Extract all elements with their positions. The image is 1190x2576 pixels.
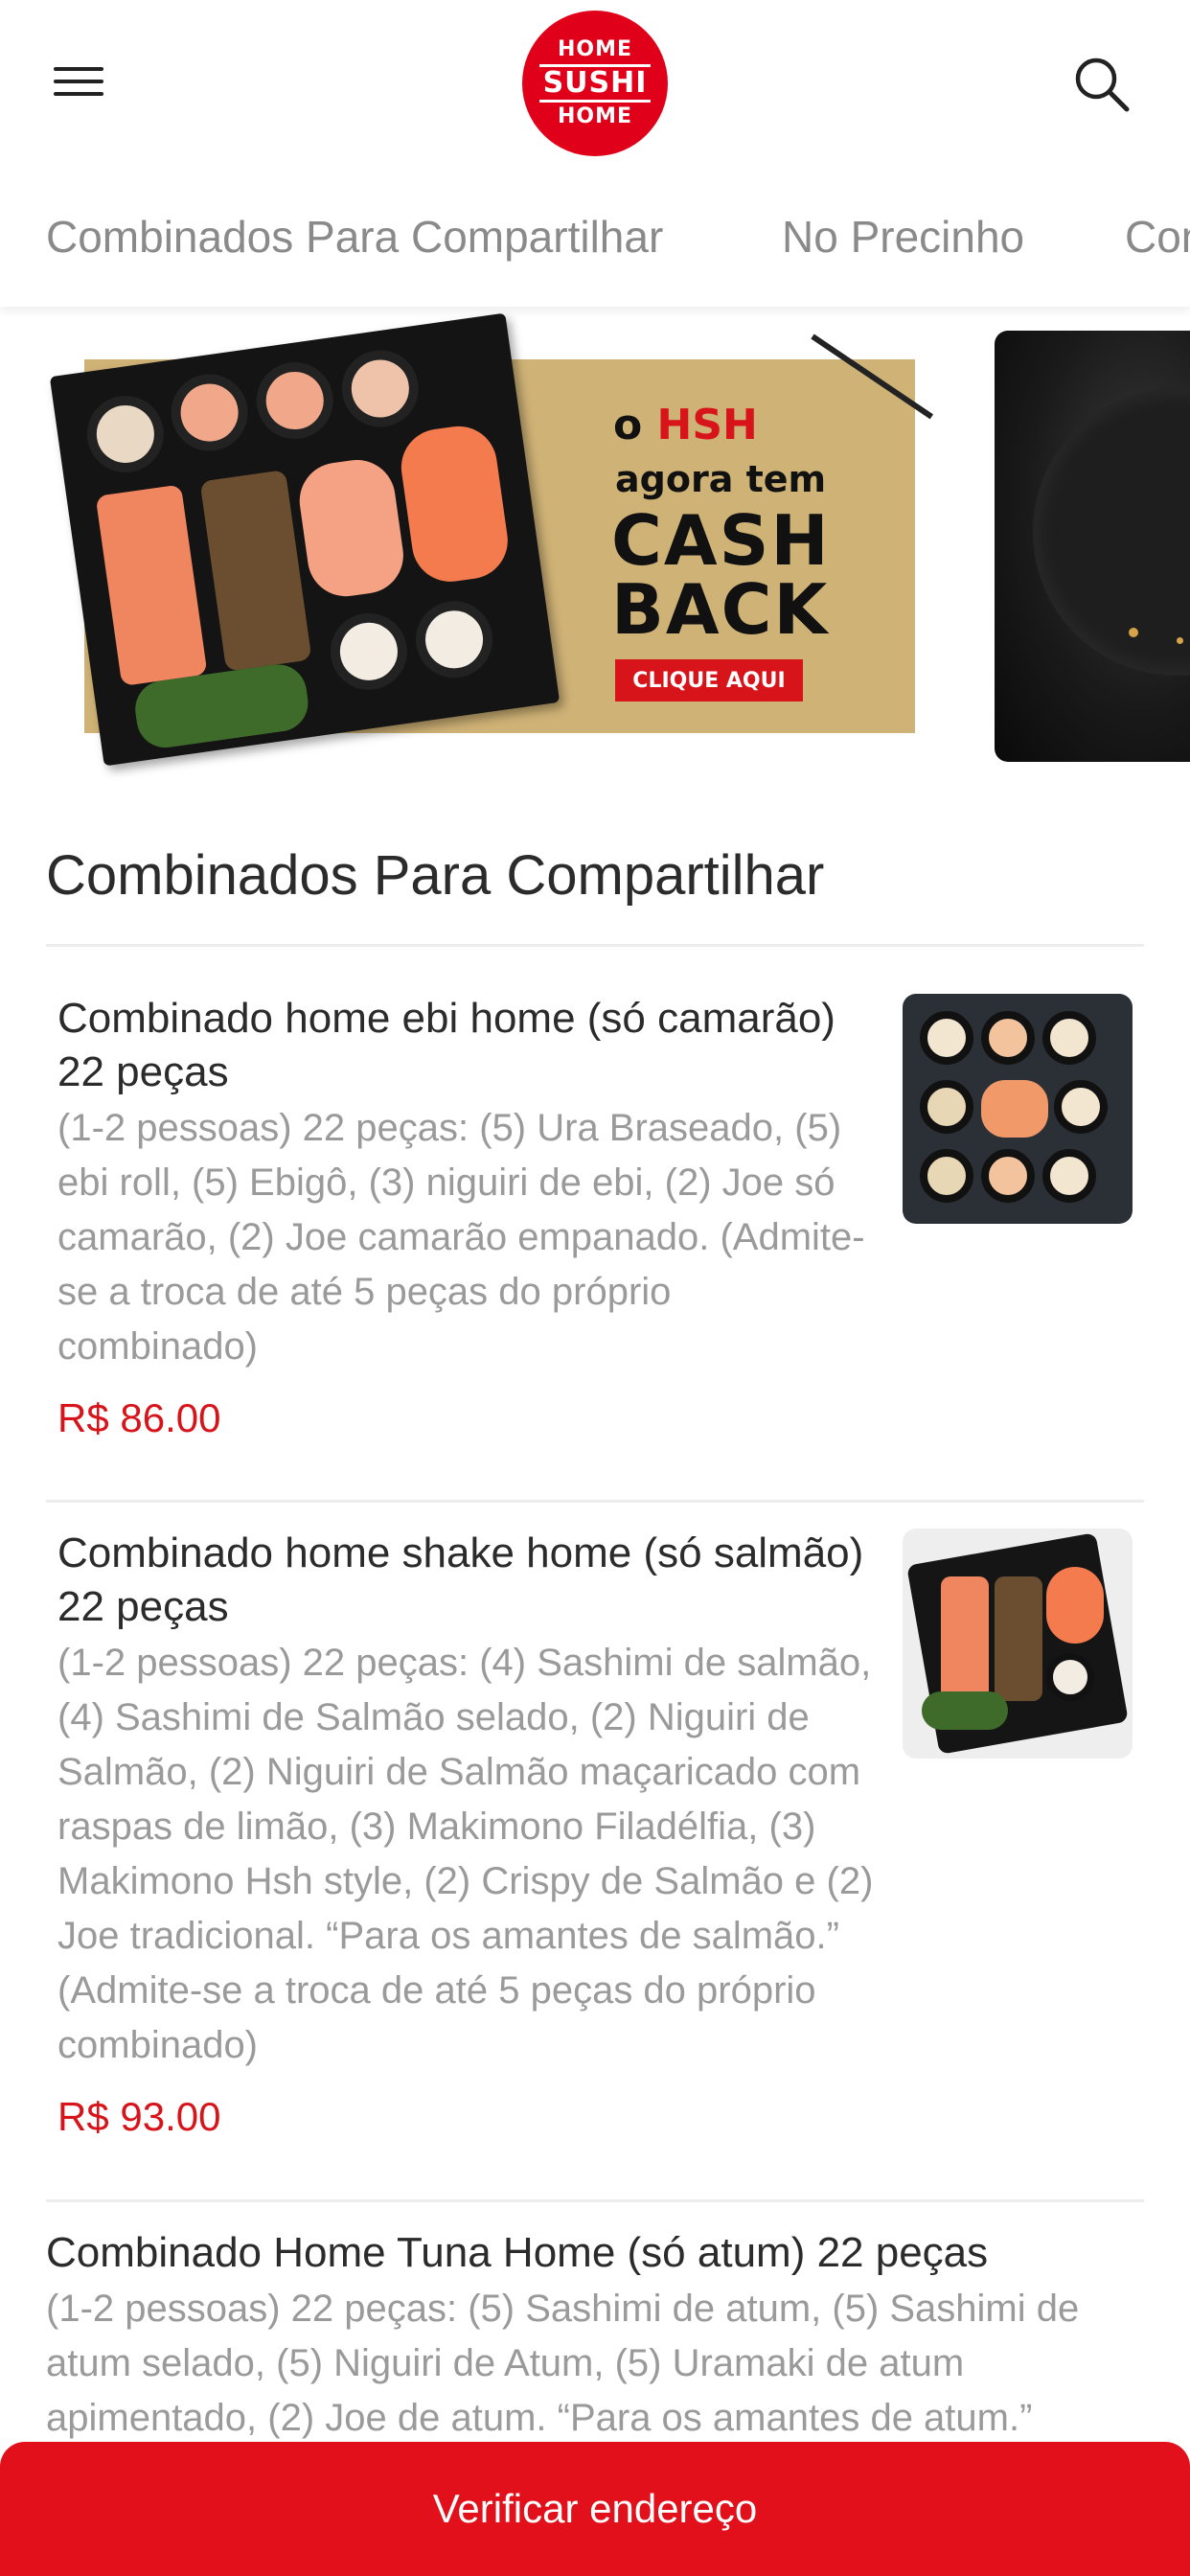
- product-description: (1-2 pessoas) 22 peças: (5) Sashimi de a…: [46, 2288, 1080, 2439]
- hamburger-menu-icon[interactable]: [50, 63, 111, 104]
- product-description: (1-2 pessoas) 22 peças: (4) Sashimi de s…: [57, 1642, 874, 2066]
- product-description: (1-2 pessoas) 22 peças: (5) Ura Braseado…: [57, 1107, 865, 1368]
- section-title: Combinados Para Compartilhar: [46, 844, 825, 907]
- product-price: R$ 93.00: [57, 2094, 221, 2139]
- banner-tagline: agora tem: [615, 458, 827, 500]
- tab-no-precinho[interactable]: No Precinho: [782, 211, 1024, 263]
- product-name: Combinado Home Tuna Home (só atum) 22 pe…: [46, 2229, 989, 2276]
- product-divider: [46, 2199, 1144, 2202]
- banner-brand: o HSH: [613, 401, 758, 449]
- product-name: Combinado home shake home (só salmão) 22…: [57, 1530, 864, 1630]
- tab-partial[interactable]: Con: [1125, 211, 1190, 263]
- product-divider: [46, 1500, 1144, 1503]
- logo-line-3: HOME: [557, 104, 633, 128]
- tab-combinados-para-compartilhar[interactable]: Combinados Para Compartilhar: [46, 211, 663, 263]
- search-icon[interactable]: [1071, 54, 1133, 115]
- section-divider: [46, 944, 1144, 947]
- product-image[interactable]: [903, 994, 1133, 1224]
- dish-image: [1033, 388, 1190, 676]
- app-header: HOME SUSHI HOME: [0, 0, 1190, 168]
- banner-headline: CASH BACK: [611, 500, 831, 650]
- verify-address-button[interactable]: Verificar endereço: [0, 2442, 1190, 2576]
- product-image[interactable]: [903, 1529, 1133, 1759]
- product-card[interactable]: Combinado Home Tuna Home (só atum) 22 pe…: [46, 2226, 1133, 2446]
- category-tabs: Combinados Para Compartilhar No Precinho…: [0, 192, 1190, 307]
- banner-cta-button[interactable]: CLIQUE AQUI: [615, 659, 803, 702]
- brand-logo[interactable]: HOME SUSHI HOME: [522, 11, 668, 156]
- logo-line-2: SUSHI: [538, 64, 652, 103]
- product-price: R$ 86.00: [57, 1395, 221, 1440]
- logo-line-1: HOME: [557, 37, 633, 61]
- promo-banner-cashback[interactable]: o HSH agora tem CASH BACK CLIQUE AQUI: [46, 312, 949, 767]
- promo-banner-next[interactable]: [995, 331, 1190, 762]
- product-name: Combinado home ebi home (só camarão) 22 …: [57, 995, 835, 1095]
- sushi-tray-image: [49, 312, 561, 767]
